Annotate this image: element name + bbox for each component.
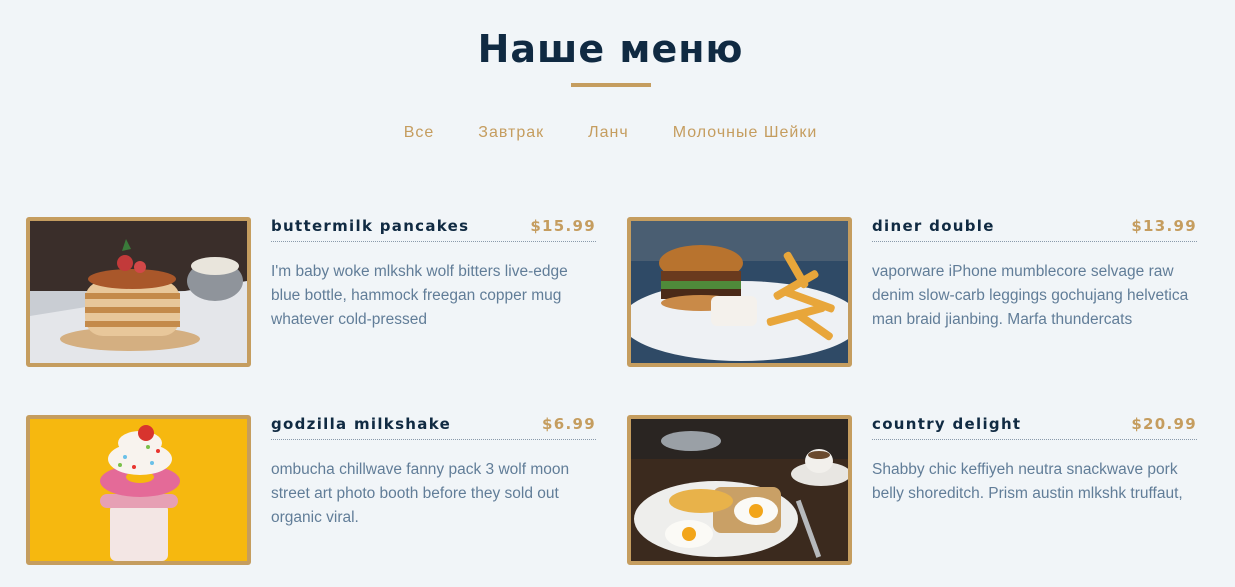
- item-description: Shabby chic keffiyeh neutra snackwave po…: [872, 461, 1183, 502]
- pancakes-photo: [26, 217, 251, 367]
- milkshake-photo: [26, 415, 251, 565]
- item-name: godzilla milkshake: [271, 415, 452, 433]
- item-header: godzilla milkshake $6.99: [271, 415, 596, 440]
- item-price: $6.99: [542, 415, 596, 433]
- item-header: diner double $13.99: [872, 217, 1197, 242]
- item-price: $20.99: [1131, 415, 1197, 433]
- item-description: vaporware iPhone mumblecore selvage raw …: [872, 263, 1189, 328]
- menu-item: diner double $13.99 vaporware iPhone mum…: [627, 217, 1197, 367]
- menu-item: godzilla milkshake $6.99 ombucha chillwa…: [26, 415, 596, 565]
- page-title: Наше меню: [477, 27, 744, 71]
- item-price: $13.99: [1131, 217, 1197, 235]
- item-info: diner double $13.99 vaporware iPhone mum…: [872, 217, 1197, 332]
- item-header: country delight $20.99: [872, 415, 1197, 440]
- item-description: ombucha chillwave fanny pack 3 wolf moon…: [271, 461, 570, 526]
- filter-bar: Все Завтрак Ланч Молочные Шейки: [0, 124, 1221, 142]
- item-info: godzilla milkshake $6.99 ombucha chillwa…: [271, 415, 596, 530]
- filter-breakfast-button[interactable]: Завтрак: [456, 124, 566, 142]
- filter-lunch-button[interactable]: Ланч: [566, 124, 651, 142]
- burger-photo: [627, 217, 852, 367]
- item-price: $15.99: [530, 217, 596, 235]
- item-name: country delight: [872, 415, 1022, 433]
- breakfast-photo: [627, 415, 852, 565]
- filter-all-button[interactable]: Все: [382, 124, 457, 142]
- item-name: diner double: [872, 217, 995, 235]
- menu-item: buttermilk pancakes $15.99 I'm baby woke…: [26, 217, 596, 367]
- title-underline: [571, 83, 651, 87]
- filter-shakes-button[interactable]: Молочные Шейки: [651, 124, 840, 142]
- item-info: buttermilk pancakes $15.99 I'm baby woke…: [271, 217, 596, 332]
- item-description: I'm baby woke mlkshk wolf bitters live-e…: [271, 263, 568, 328]
- item-name: buttermilk pancakes: [271, 217, 470, 235]
- item-header: buttermilk pancakes $15.99: [271, 217, 596, 242]
- menu-item: country delight $20.99 Shabby chic keffi…: [627, 415, 1197, 565]
- item-info: country delight $20.99 Shabby chic keffi…: [872, 415, 1197, 506]
